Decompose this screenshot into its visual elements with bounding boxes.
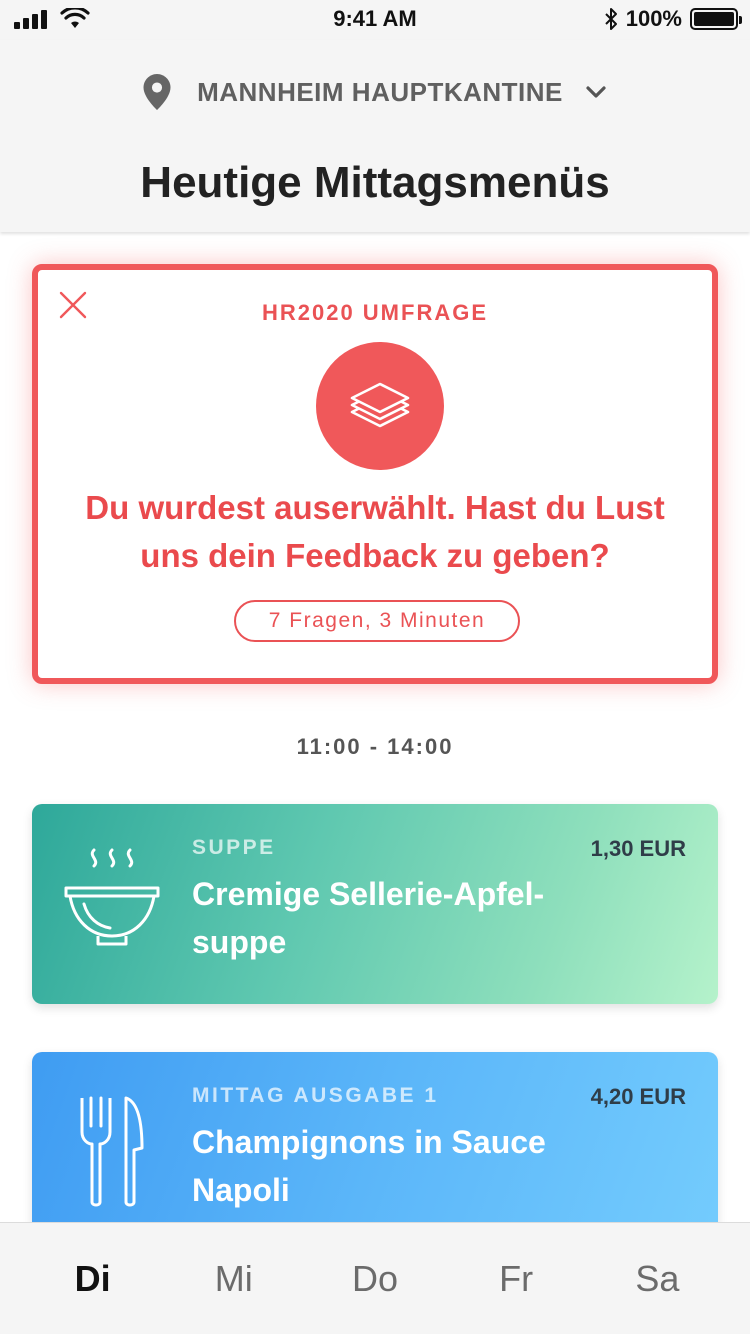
- tab-di[interactable]: Di: [33, 1258, 153, 1300]
- tab-do[interactable]: Do: [315, 1258, 435, 1300]
- time-range: 11:00 - 14:00: [296, 734, 454, 759]
- menu-price: 4,20 EUR: [590, 1084, 686, 1109]
- status-right: 100%: [604, 6, 742, 32]
- fork-knife-icon: [80, 1096, 144, 1207]
- tab-mi[interactable]: Mi: [174, 1258, 294, 1300]
- menu-name: Cremige Sellerie-Apfel-suppe: [192, 876, 545, 960]
- status-bar: 9:41 AM 100%: [0, 0, 750, 40]
- tab-sa[interactable]: Sa: [597, 1258, 717, 1300]
- survey-card[interactable]: HR2020 UMFRAGE Du wurdest auserwählt. Ha…: [32, 264, 718, 684]
- bluetooth-icon: [605, 8, 617, 30]
- page-title: Heutige Mittagsmenüs: [140, 158, 610, 207]
- header: MANNHEIM HAUPTKANTINE Heutige Mittagsmen…: [0, 40, 750, 232]
- menu-card-soup[interactable]: SUPPE 1,30 EUR Cremige Sellerie-Apfel-su…: [32, 804, 718, 1004]
- chevron-down-icon: [586, 86, 606, 98]
- battery-icon: [690, 8, 742, 30]
- survey-badge: [316, 342, 444, 470]
- menu-price: 1,30 EUR: [590, 836, 686, 861]
- battery-percent: 100%: [625, 6, 682, 31]
- survey-message: Du wurdest auserwählt. Hast du Lust uns …: [85, 489, 665, 574]
- menu-category: SUPPE: [192, 836, 276, 859]
- menu-name: Champignons in Sauce Napoli: [192, 1124, 546, 1208]
- layers-icon: [350, 382, 410, 428]
- soup-bowl-icon: [64, 848, 160, 946]
- survey-start-button[interactable]: 7 Fragen, 3 Minuten: [234, 600, 520, 642]
- location-selector[interactable]: MANNHEIM HAUPTKANTINE: [0, 74, 750, 110]
- day-tab-bar: Di Mi Do Fr Sa: [0, 1222, 750, 1334]
- tab-fr[interactable]: Fr: [456, 1258, 576, 1300]
- location-name: MANNHEIM HAUPTKANTINE: [197, 76, 563, 107]
- survey-label: HR2020 UMFRAGE: [261, 300, 489, 325]
- location-pin-icon: [143, 74, 171, 110]
- menu-category: MITTAG AUSGABE 1: [192, 1084, 439, 1107]
- screen: 9:41 AM 100% MANNHEIM HAUPTKANTINE Heuti…: [0, 0, 750, 1334]
